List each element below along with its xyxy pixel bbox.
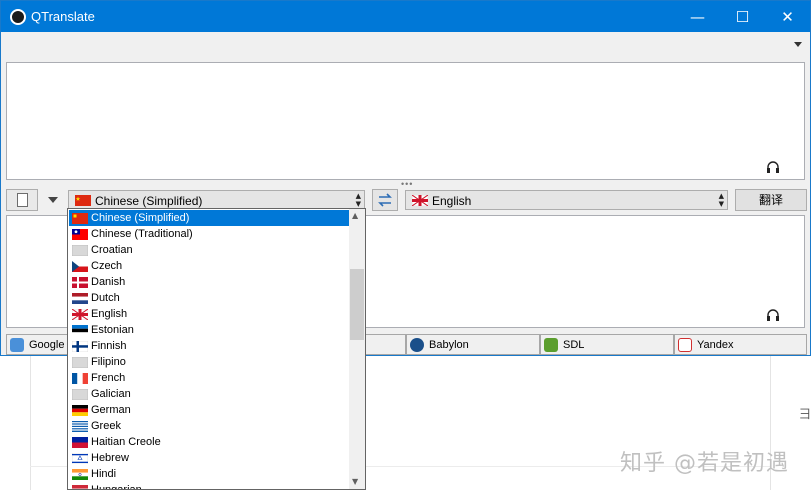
language-option[interactable]: Hungarian — [69, 482, 349, 490]
service-tab-babylon[interactable]: Babylon — [406, 334, 540, 355]
babylon-icon — [410, 338, 424, 352]
title-bar[interactable]: QTranslate — ☐ ✕ — [1, 1, 810, 32]
language-option-label: Hungarian — [91, 484, 142, 490]
language-option-label: Czech — [91, 260, 123, 272]
language-option[interactable]: Estonian — [69, 322, 349, 338]
language-option[interactable]: Galician — [69, 386, 349, 402]
language-dropdown-list[interactable]: Chinese (Simplified) Chinese (Traditional… — [67, 208, 366, 490]
language-option[interactable]: English — [69, 306, 349, 322]
language-option[interactable]: Chinese (Traditional) — [69, 226, 349, 242]
service-tab-sdl[interactable]: SDL — [540, 334, 674, 355]
language-option-label: Hindi — [91, 468, 117, 480]
language-option-label: Hebrew — [91, 452, 129, 464]
service-label: Babylon — [429, 339, 469, 351]
background-divider — [30, 356, 31, 490]
service-tab-yandex[interactable]: Yandex — [674, 334, 807, 355]
language-option[interactable]: German — [69, 402, 349, 418]
headphones-icon[interactable] — [766, 161, 780, 173]
yandex-icon — [678, 338, 692, 352]
language-option-label: Dutch — [91, 292, 120, 304]
language-options: Chinese (Simplified) Chinese (Traditional… — [69, 210, 349, 490]
scroll-down-icon[interactable]: ▼ — [352, 477, 358, 486]
target-language-select[interactable]: English ▲ ▼ — [405, 190, 728, 210]
service-label: SDL — [563, 339, 585, 351]
language-option[interactable]: Filipino — [69, 354, 349, 370]
app-icon — [10, 9, 26, 25]
language-option[interactable]: Croatian — [69, 242, 349, 258]
swap-languages-button[interactable] — [372, 189, 398, 211]
swap-icon — [378, 193, 392, 207]
language-option[interactable]: Hindi — [69, 466, 349, 482]
chevron-down-icon[interactable] — [48, 197, 58, 203]
language-option-label: Haitian Creole — [91, 436, 161, 448]
flag-icon — [72, 421, 88, 432]
language-option-label: Filipino — [91, 356, 126, 368]
language-option[interactable]: Danish — [69, 274, 349, 290]
flag-icon — [72, 405, 88, 416]
flag-icon — [72, 373, 88, 384]
top-toolbar — [1, 32, 810, 60]
language-option[interactable]: Chinese (Simplified) — [69, 210, 349, 226]
spinner-arrows-icon: ▲ ▼ — [718, 192, 724, 208]
flag-icon — [72, 309, 88, 320]
minimize-button[interactable]: — — [675, 1, 720, 32]
flag-icon — [72, 453, 88, 464]
maximize-button[interactable]: ☐ — [720, 1, 765, 32]
flag-icon — [72, 437, 88, 448]
language-option[interactable]: Haitian Creole — [69, 434, 349, 450]
target-language-value: English — [432, 194, 472, 208]
source-language-value: Chinese (Simplified) — [95, 194, 203, 208]
scroll-up-icon[interactable]: ▲ — [352, 211, 358, 220]
document-icon — [17, 193, 28, 207]
translate-button[interactable]: 翻译 — [735, 189, 807, 211]
flag-icon — [72, 277, 88, 288]
close-button[interactable]: ✕ — [765, 1, 810, 32]
spinner-arrows-icon: ▲ ▼ — [355, 192, 361, 208]
headphones-icon[interactable] — [766, 309, 780, 321]
dropdown-scrollbar[interactable]: ▲ ▼ — [349, 209, 365, 489]
language-option[interactable]: Czech — [69, 258, 349, 274]
language-option-label: Chinese (Traditional) — [91, 228, 193, 240]
flag-icon — [72, 325, 88, 336]
language-option-label: Finnish — [91, 340, 127, 352]
language-option-label: French — [91, 372, 126, 384]
flag-icon — [72, 485, 88, 489]
language-option[interactable]: Finnish — [69, 338, 349, 354]
flag-icon — [72, 245, 88, 256]
language-option-label: Greek — [91, 420, 121, 432]
language-option[interactable]: Hebrew — [69, 450, 349, 466]
language-option-label: Galician — [91, 388, 131, 400]
google-translate-icon — [10, 338, 24, 352]
language-option-label: Croatian — [91, 244, 133, 256]
language-option-label: Danish — [91, 276, 126, 288]
chevron-down-icon[interactable] — [794, 42, 802, 47]
scrollbar-thumb[interactable] — [350, 269, 364, 340]
flag-icon — [72, 229, 88, 240]
flag-icon — [72, 293, 88, 304]
service-label: Yandex — [697, 339, 734, 351]
source-text-area[interactable] — [6, 62, 805, 180]
flag-icon — [72, 341, 88, 352]
language-option-label: Estonian — [91, 324, 134, 336]
china-flag-icon — [75, 195, 91, 206]
watermark: 知乎 @若是初遇 — [620, 451, 789, 476]
flag-icon — [72, 261, 88, 272]
uk-flag-icon — [412, 195, 428, 206]
language-option-label: English — [91, 308, 128, 320]
source-language-select[interactable]: Chinese (Simplified) ▲ ▼ — [68, 190, 365, 210]
window-title: QTranslate — [31, 9, 95, 24]
language-option[interactable]: French — [69, 370, 349, 386]
language-option-label: Chinese (Simplified) — [91, 212, 190, 224]
sdl-icon — [544, 338, 558, 352]
flag-icon — [72, 213, 88, 224]
language-option-label: German — [91, 404, 131, 416]
language-option[interactable]: Dutch — [69, 290, 349, 306]
language-option[interactable]: Greek — [69, 418, 349, 434]
flag-icon — [72, 389, 88, 400]
flag-icon — [72, 469, 88, 480]
new-document-button[interactable] — [6, 189, 38, 211]
background-text: 彐 — [798, 407, 811, 421]
flag-icon — [72, 357, 88, 368]
